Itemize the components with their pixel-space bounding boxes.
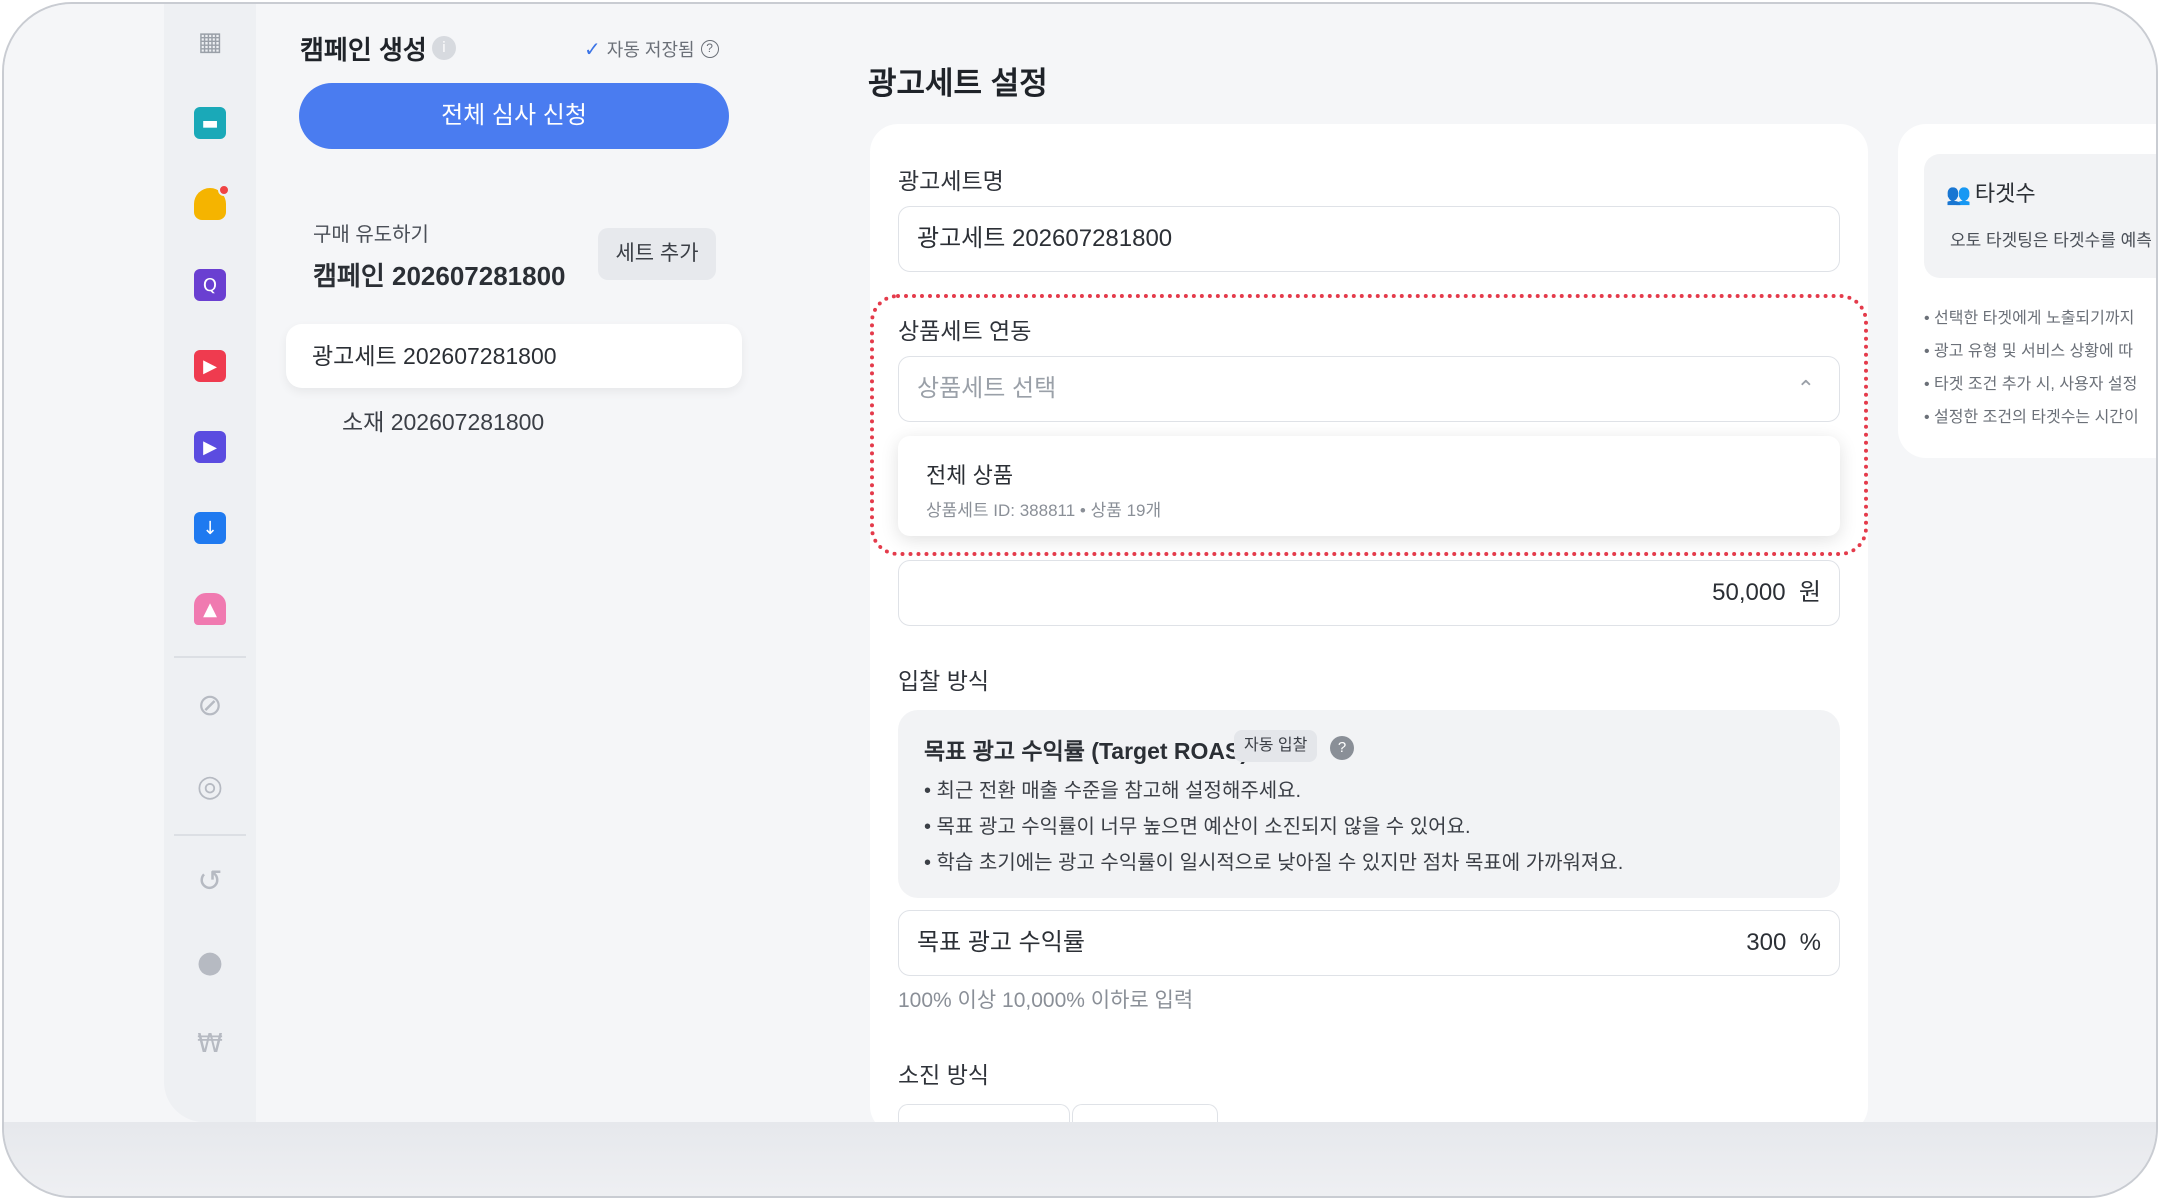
campaign-name[interactable]: 캠페인 202607281800 — [313, 256, 566, 293]
target-note: • 광고 유형 및 서비스 상황에 따 — [1924, 343, 2133, 360]
history-icon[interactable]: ↺ — [192, 864, 228, 900]
help-icon[interactable]: ? — [1330, 736, 1354, 760]
device-frame: ▦ ▬ Q ▶ ▶ ↓ ▲ ⊘ ◎ ↺ ● ₩ 캠페인 생성 i ✓ 자동 저장… — [2, 2, 2158, 1198]
target-note: • 선택한 타겟에게 노출되기까지 — [1924, 310, 2135, 327]
bell-icon[interactable] — [194, 184, 230, 220]
grid-icon[interactable]: ▦ — [192, 24, 228, 60]
icon-rail: ▦ ▬ Q ▶ ▶ ↓ ▲ ⊘ ◎ ↺ ● ₩ — [164, 4, 256, 1122]
budget-input[interactable]: 50,000 원 — [898, 560, 1840, 626]
submit-all-review-button[interactable]: 전체 심사 신청 — [299, 83, 729, 149]
notification-dot — [218, 184, 230, 196]
creative-list-item[interactable]: 소재 202607281800 — [286, 390, 742, 454]
target-count-desc: 오토 타겟팅은 타겟수를 예측 — [1950, 231, 2152, 250]
help-icon[interactable]: ? — [700, 40, 719, 58]
target-count-box: 👥 타겟수 오토 타겟팅은 타겟수를 예측 — [1924, 154, 2156, 278]
target-roas-label: 목표 광고 수익률 — [917, 929, 1085, 956]
film-icon[interactable]: ▶ — [194, 350, 226, 382]
target-note: • 설정한 조건의 타겟수는 시간이 — [1924, 409, 2139, 426]
check-icon: ✓ — [584, 38, 601, 61]
device-bezel-bottom — [4, 1122, 2156, 1196]
target-count-panel: 👥 타겟수 오토 타겟팅은 타겟수를 예측 • 선택한 타겟에게 노출되기까지 •… — [1898, 124, 2156, 458]
autosave-label: 자동 저장됨 — [606, 40, 695, 60]
video-camera-icon[interactable]: ▶ — [194, 431, 226, 463]
adset-name-label: 광고세트명 — [898, 168, 1004, 194]
spend-option-tab[interactable] — [1072, 1104, 1218, 1122]
spend-option-tab[interactable] — [898, 1104, 1070, 1122]
target-count-label: 타겟수 — [1974, 181, 2036, 206]
target-roas-value: 300 — [1746, 929, 1787, 956]
target-roas-value-wrap: 300 % — [1746, 911, 1821, 974]
adset-name-input[interactable]: 광고세트 202607281800 — [898, 206, 1840, 272]
target-count-title: 👥 타겟수 — [1946, 176, 2036, 208]
won-icon[interactable]: ₩ — [192, 1026, 228, 1062]
image-icon[interactable]: ▬ — [194, 107, 226, 139]
adset-list-item[interactable]: 광고세트 202607281800 — [286, 324, 742, 388]
money-bag-icon[interactable]: ● — [192, 945, 228, 981]
add-set-button[interactable]: 세트 추가 — [598, 228, 716, 280]
bid-bullet: • 최근 전환 매출 수준을 참고해 설정해주세요. — [924, 780, 1302, 802]
page-title: 광고세트 설정 — [868, 66, 1048, 101]
bid-title: 목표 광고 수익률 (Target ROAS) — [924, 738, 1249, 764]
bid-bullet: • 목표 광고 수익률이 너무 높으면 예산이 소진되지 않을 수 있어요. — [924, 816, 1471, 838]
rail-divider — [174, 834, 246, 836]
target-note: • 타겟 조건 추가 시, 사용자 설정 — [1924, 376, 2138, 393]
download-icon[interactable]: ↓ — [194, 512, 226, 544]
target-roas-unit: % — [1799, 929, 1821, 956]
adset-settings-card: 광고세트명 광고세트 202607281800 상품세트 연동 상품세트 선택 … — [870, 124, 1868, 1122]
auto-bid-badge: 자동 입찰 — [1234, 730, 1318, 762]
people-icon: 👥 — [1946, 184, 1971, 206]
app-screen: ▦ ▬ Q ▶ ▶ ↓ ▲ ⊘ ◎ ↺ ● ₩ 캠페인 생성 i ✓ 자동 저장… — [4, 4, 2156, 1122]
target-icon[interactable]: ◎ — [192, 769, 228, 805]
campaign-title: 캠페인 생성 — [300, 35, 427, 65]
highlight-box — [870, 294, 1868, 556]
target-roas-hint: 100% 이상 10,000% 이하로 입력 — [898, 989, 1194, 1012]
spend-method-label: 소진 방식 — [898, 1062, 990, 1088]
paperclip-icon[interactable]: ⊘ — [192, 688, 228, 724]
search-app-icon[interactable]: Q — [194, 269, 226, 301]
stamp-icon[interactable]: ▲ — [194, 593, 226, 625]
info-icon[interactable]: i — [432, 36, 456, 60]
budget-value: 50,000 — [1712, 579, 1786, 606]
campaign-panel: 캠페인 생성 i ✓ 자동 저장됨 ? 전체 심사 신청 구매 유도하기 캠페인… — [256, 4, 756, 1122]
campaign-goal: 구매 유도하기 — [313, 224, 429, 246]
target-roas-input[interactable]: 목표 광고 수익률 300 % — [898, 910, 1840, 976]
bid-bullet: • 학습 초기에는 광고 수익률이 일시적으로 낮아질 수 있지만 점차 목표에… — [924, 852, 1624, 874]
rail-divider — [174, 656, 246, 658]
autosave-status: ✓ 자동 저장됨 ? — [584, 36, 719, 62]
budget-unit: 원 — [1798, 579, 1821, 606]
bid-method-label: 입찰 방식 — [898, 668, 990, 694]
bid-method-box: 목표 광고 수익률 (Target ROAS) 자동 입찰 ? • 최근 전환 … — [898, 710, 1840, 898]
